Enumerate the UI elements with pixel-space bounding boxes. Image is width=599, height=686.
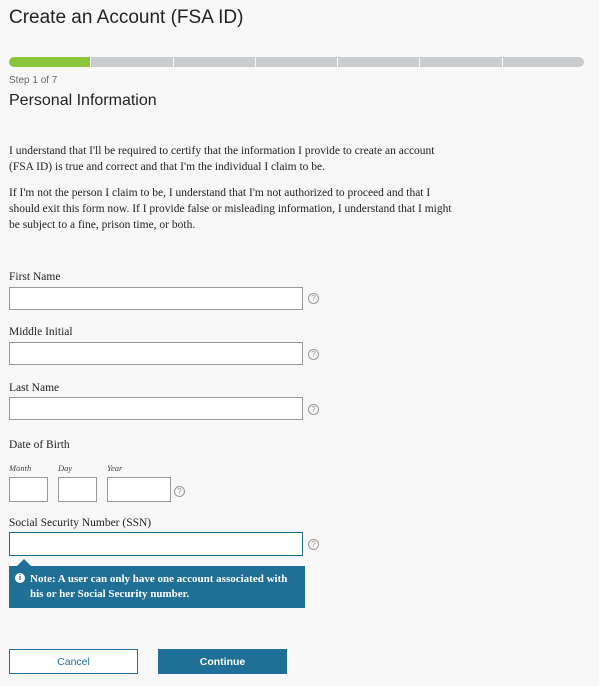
ssn-input[interactable] — [9, 532, 303, 556]
section-title: Personal Information — [9, 92, 157, 109]
cancel-button[interactable]: Cancel — [9, 649, 138, 674]
last-name-input[interactable] — [9, 397, 303, 420]
progress-segment-3 — [173, 57, 255, 67]
first-name-help-icon[interactable]: ? — [308, 293, 319, 304]
ssn-note-text: Note: A user can only have one account a… — [30, 573, 288, 600]
dob-year-input[interactable] — [107, 477, 171, 502]
first-name-input[interactable] — [9, 287, 303, 310]
continue-button[interactable]: Continue — [158, 649, 287, 674]
middle-initial-help-icon[interactable]: ? — [308, 349, 319, 360]
warning-paragraph: If I'm not the person I claim to be, I u… — [9, 187, 452, 231]
dob-help-icon[interactable]: ? — [174, 486, 185, 497]
certify-paragraph: I understand that I'll be required to ce… — [9, 145, 435, 173]
page-title: Create an Account (FSA ID) — [9, 7, 244, 28]
ssn-help-icon[interactable]: ? — [308, 539, 319, 550]
last-name-label: Last Name — [9, 382, 60, 394]
progress-segment-2 — [91, 57, 173, 67]
dob-month-label: Month — [9, 463, 32, 473]
progress-bar — [9, 57, 584, 67]
step-indicator: Step 1 of 7 — [9, 75, 58, 86]
ssn-note-box: i Note: A user can only have one account… — [9, 566, 305, 608]
note-pointer — [17, 559, 31, 566]
dob-month-input[interactable] — [9, 477, 48, 502]
dob-year-label: Year — [107, 463, 123, 473]
progress-segment-4 — [255, 57, 338, 67]
progress-segment-6 — [420, 57, 502, 67]
middle-initial-input[interactable] — [9, 342, 303, 365]
first-name-label: First Name — [9, 271, 61, 283]
dob-day-input[interactable] — [58, 477, 97, 502]
last-name-help-icon[interactable]: ? — [308, 404, 319, 415]
info-icon: i — [15, 573, 25, 583]
dob-label: Date of Birth — [9, 439, 70, 451]
middle-initial-label: Middle Initial — [9, 326, 73, 338]
progress-segment-1 — [9, 57, 91, 67]
progress-segment-5 — [338, 57, 420, 67]
dob-day-label: Day — [58, 463, 73, 473]
ssn-label: Social Security Number (SSN) — [9, 517, 152, 529]
progress-segment-7 — [502, 57, 584, 67]
